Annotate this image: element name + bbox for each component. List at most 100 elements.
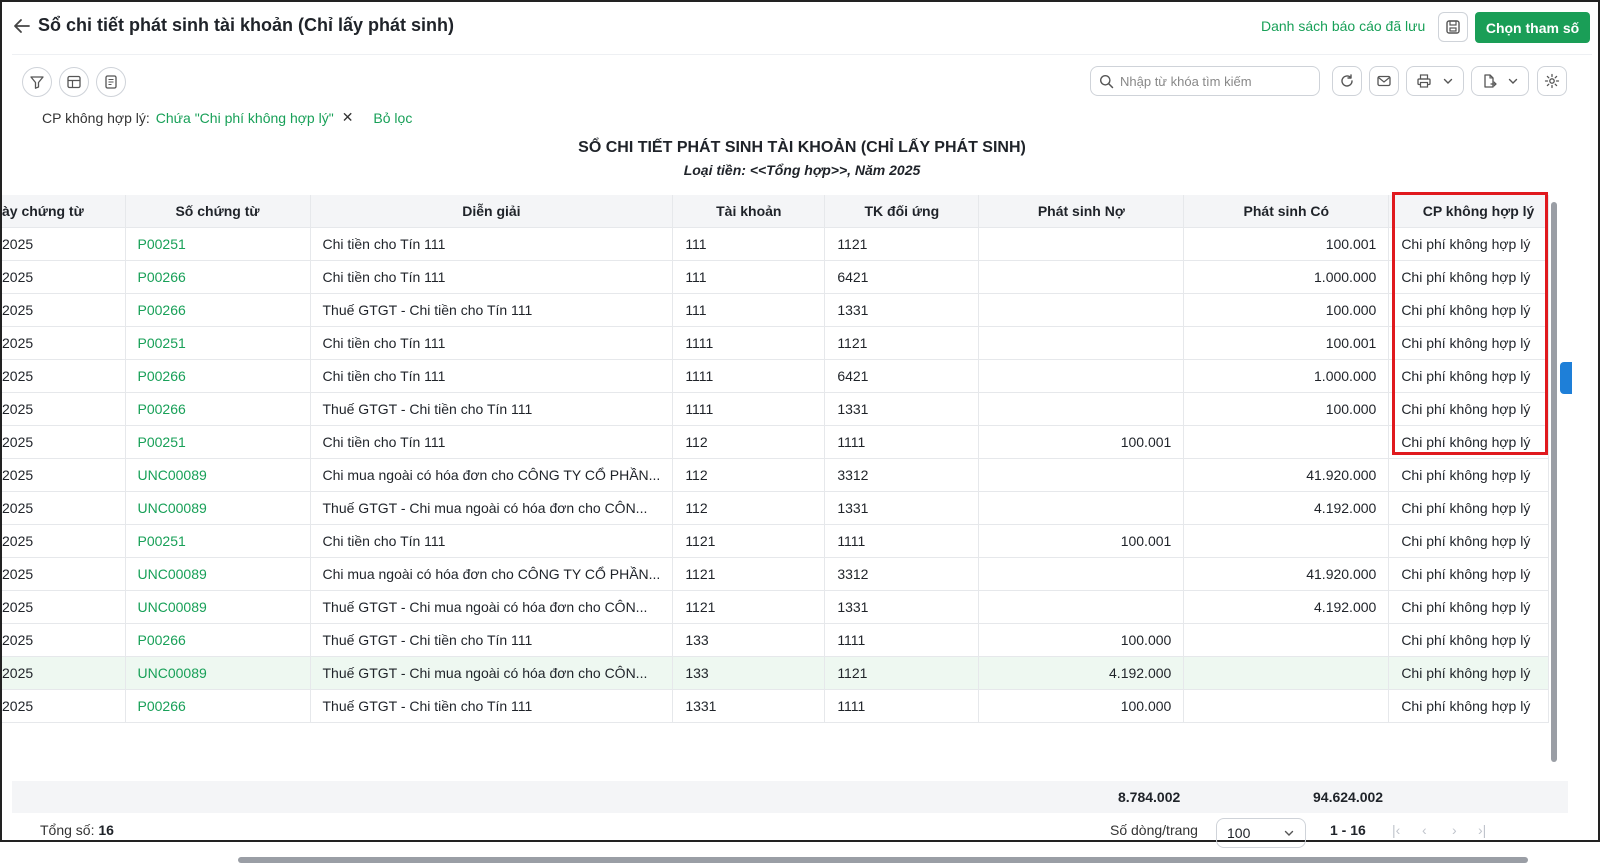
- cell-doc-link[interactable]: P00266: [125, 260, 311, 294]
- cell-cp: Chi phí không hợp lý: [1388, 491, 1550, 525]
- columns-button[interactable]: [59, 67, 89, 97]
- table-row[interactable]: 2025 P00251 Chi tiền cho Tín 111 112 1111 100…: [2, 425, 1550, 459]
- first-page-icon[interactable]: |‹: [1392, 822, 1400, 838]
- report-subtitle: Loại tiền: <<Tổng hợp>>, Năm 2025: [683, 162, 921, 178]
- table-row[interactable]: 2025 P00251 Chi tiền cho Tín 111 1121 1111 10…: [2, 524, 1550, 558]
- col-header-desc[interactable]: Diễn giải: [310, 195, 674, 228]
- cell-description: Chi tiền cho Tín 111: [310, 326, 674, 360]
- back-arrow-icon[interactable]: [12, 16, 32, 36]
- col-header-doc[interactable]: Số chứng từ: [125, 195, 311, 228]
- search-input[interactable]: [1120, 73, 1310, 89]
- filter-value: Chứa "Chi phí không hợp lý": [155, 109, 334, 126]
- table-row[interactable]: 2025 UNC00089 Thuế GTGT - Chi mua ngoài có…: [2, 590, 1550, 624]
- cell-date: 2025: [2, 689, 126, 723]
- cell-description: Thuế GTGT - Chi mua ngoài có hóa đơn cho…: [310, 656, 674, 690]
- choose-params-button[interactable]: Chọn tham số: [1475, 12, 1590, 43]
- side-panel-toggle[interactable]: [1560, 362, 1572, 394]
- vertical-scrollbar[interactable]: [1549, 192, 1559, 770]
- notes-button[interactable]: [96, 67, 126, 97]
- clear-filter-link[interactable]: Bỏ lọc: [373, 110, 412, 126]
- refresh-icon: [1339, 73, 1355, 89]
- cell-account: 1121: [672, 590, 826, 624]
- table-row[interactable]: 2025 P00266 Thuế GTGT - Chi tiền cho Tín 1…: [2, 623, 1550, 657]
- cell-debit: [978, 260, 1185, 294]
- col-header-cp[interactable]: CP không hợp lý: [1388, 195, 1550, 228]
- cell-credit: 100.001: [1183, 227, 1390, 261]
- cell-doc-link[interactable]: P00266: [125, 623, 311, 657]
- cell-account: 1121: [672, 524, 826, 558]
- totals-row: 8.784.002 94.624.002: [12, 781, 1568, 813]
- cell-date: 2025: [2, 656, 126, 690]
- horizontal-scrollbar[interactable]: [22, 855, 1568, 865]
- cell-description: Thuế GTGT - Chi mua ngoài có hóa đơn cho…: [310, 590, 674, 624]
- search-box[interactable]: [1090, 66, 1320, 96]
- cell-doc-link[interactable]: P00266: [125, 359, 311, 393]
- cell-description: Chi tiền cho Tín 111: [310, 359, 674, 393]
- next-page-icon[interactable]: ›: [1452, 822, 1457, 838]
- cell-debit: [978, 557, 1185, 591]
- cell-doc-link[interactable]: UNC00089: [125, 491, 311, 525]
- cell-doc-link[interactable]: P00266: [125, 392, 311, 426]
- table-row[interactable]: 2025 P00266 Thuế GTGT - Chi tiền cho Tín 1…: [2, 293, 1550, 327]
- filter-key: CP không hợp lý:: [42, 109, 150, 126]
- print-button[interactable]: [1406, 66, 1464, 96]
- prev-page-icon[interactable]: ‹: [1422, 822, 1427, 838]
- cell-doc-link[interactable]: P00266: [125, 293, 311, 327]
- table-row[interactable]: 2025 P00266 Chi tiền cho Tín 111 1111 6421 1.…: [2, 359, 1550, 393]
- settings-button[interactable]: [1537, 66, 1567, 96]
- cell-account: 1111: [672, 326, 826, 360]
- cell-doc-link[interactable]: P00251: [125, 425, 311, 459]
- filter-button[interactable]: [22, 67, 52, 97]
- cell-doc-link[interactable]: P00251: [125, 524, 311, 558]
- cell-credit: [1183, 689, 1390, 723]
- cell-doc-link[interactable]: P00266: [125, 689, 311, 723]
- cell-cp: Chi phí không hợp lý: [1388, 557, 1550, 591]
- app-window: Sổ chi tiết phát sinh tài khoản (Chỉ lấy…: [0, 0, 1600, 863]
- cell-doc-link[interactable]: UNC00089: [125, 656, 311, 690]
- col-header-counter[interactable]: TK đối ứng: [824, 195, 980, 228]
- col-header-debit[interactable]: Phát sinh Nợ: [978, 195, 1185, 228]
- cell-counter-account: 3312: [824, 458, 980, 492]
- table-row[interactable]: 2025 UNC00089 Thuế GTGT - Chi mua ngoài có…: [2, 656, 1550, 690]
- table-row[interactable]: 2025 UNC00089 Thuế GTGT - Chi mua ngoài có…: [2, 491, 1550, 525]
- cell-debit: [978, 293, 1185, 327]
- cell-counter-account: 1121: [824, 656, 980, 690]
- table-row[interactable]: 2025 UNC00089 Chi mua ngoài có hóa đơn cho…: [2, 557, 1550, 591]
- cell-doc-link[interactable]: P00251: [125, 326, 311, 360]
- email-button[interactable]: [1369, 66, 1399, 96]
- table-row[interactable]: 2025 P00266 Chi tiền cho Tín 111 111 6421 1.0…: [2, 260, 1550, 294]
- cell-debit: [978, 227, 1185, 261]
- export-button[interactable]: [1471, 66, 1529, 96]
- col-header-credit[interactable]: Phát sinh Có: [1183, 195, 1390, 228]
- table-row[interactable]: 2025 P00266 Thuế GTGT - Chi tiền cho Tín 1…: [2, 689, 1550, 723]
- cell-date: 2025: [2, 557, 126, 591]
- cell-doc-link[interactable]: UNC00089: [125, 458, 311, 492]
- saved-reports-link[interactable]: Danh sách báo cáo đã lưu: [1261, 18, 1425, 34]
- cell-description: Thuế GTGT - Chi tiền cho Tín 111: [310, 623, 674, 657]
- chevron-down-icon: [1507, 75, 1519, 87]
- cell-doc-link[interactable]: UNC00089: [125, 557, 311, 591]
- rows-per-page-select[interactable]: 100: [1216, 818, 1306, 848]
- cell-doc-link[interactable]: P00251: [125, 227, 311, 261]
- cell-cp: Chi phí không hợp lý: [1388, 689, 1550, 723]
- col-header-date[interactable]: ày chứng từ: [2, 195, 126, 228]
- refresh-button[interactable]: [1332, 66, 1362, 96]
- table-row[interactable]: 2025 UNC00089 Chi mua ngoài có hóa đơn cho…: [2, 458, 1550, 492]
- table-row[interactable]: 2025 P00251 Chi tiền cho Tín 111 111 1121 100…: [2, 227, 1550, 261]
- rows-per-page-value: 100: [1227, 825, 1251, 841]
- report-title: SỔ CHI TIẾT PHÁT SINH TÀI KHOẢN (CHỈ LẤY…: [578, 139, 1026, 156]
- table-row[interactable]: 2025 P00266 Thuế GTGT - Chi tiền cho Tín 1…: [2, 392, 1550, 426]
- cell-date: 2025: [2, 491, 126, 525]
- gear-icon: [1544, 73, 1560, 89]
- cell-debit: [978, 590, 1185, 624]
- cell-cp: Chi phí không hợp lý: [1388, 227, 1550, 261]
- horizontal-scroll-thumb[interactable]: [238, 857, 1528, 863]
- last-page-icon[interactable]: ›|: [1478, 822, 1486, 838]
- remove-filter-icon[interactable]: ✕: [342, 109, 354, 126]
- cell-doc-link[interactable]: UNC00089: [125, 590, 311, 624]
- table-row[interactable]: 2025 P00251 Chi tiền cho Tín 111 1111 1121 10…: [2, 326, 1550, 360]
- col-header-account[interactable]: Tài khoản: [672, 195, 826, 228]
- vertical-scroll-thumb[interactable]: [1551, 202, 1557, 762]
- save-report-button[interactable]: [1438, 12, 1468, 42]
- cell-date: 2025: [2, 524, 126, 558]
